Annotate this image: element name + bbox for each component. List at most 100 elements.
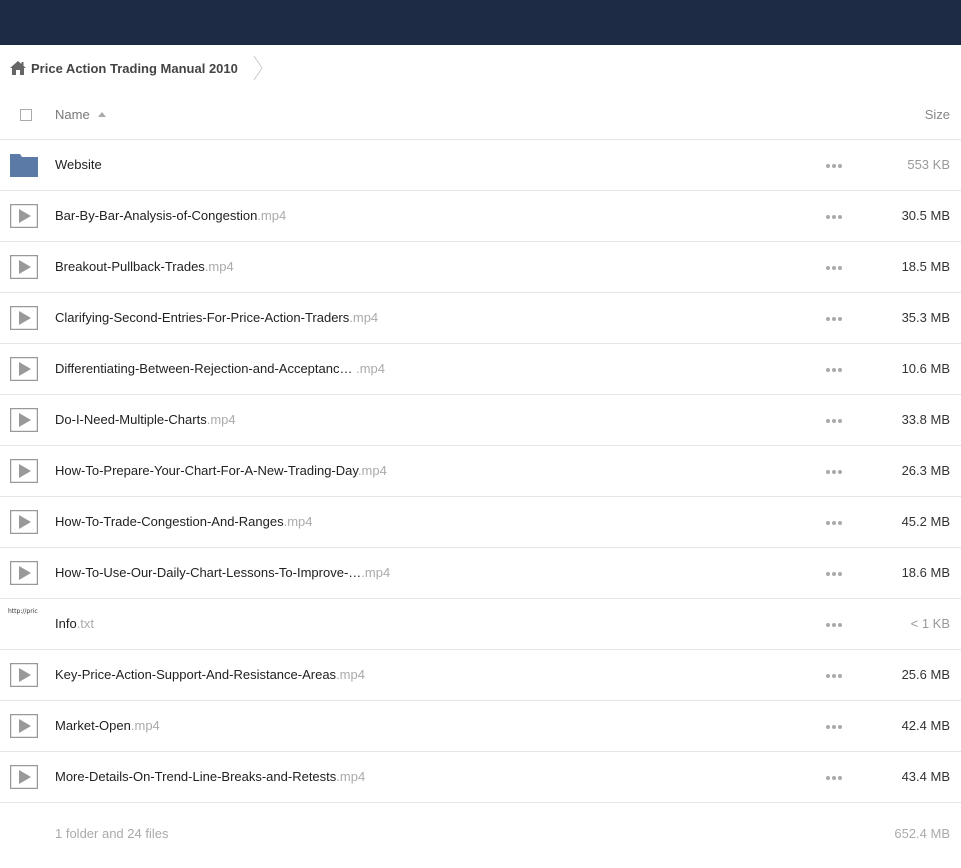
total-size: 652.4 MB	[894, 826, 950, 841]
more-actions-icon[interactable]	[826, 164, 842, 168]
file-size: 18.5 MB	[901, 259, 950, 274]
file-list: Website 553 KB Bar-By-Bar-Analysis-of-Cong…	[0, 140, 961, 803]
home-icon[interactable]	[10, 61, 26, 75]
file-name-base: Key-Price-Action-Support-And-Resistance-…	[55, 667, 337, 682]
video-file-icon	[10, 714, 38, 738]
more-actions-icon[interactable]	[826, 623, 842, 627]
video-file-icon	[10, 510, 38, 534]
file-row[interactable]: Market-Open.mp4 42.4 MB	[0, 701, 961, 752]
video-file-icon	[10, 663, 38, 687]
file-name[interactable]: Clarifying-Second-Entries-For-Price-Acti…	[55, 310, 378, 325]
file-name-base: How-To-Prepare-Your-Chart-For-A-New-Trad…	[55, 463, 358, 478]
video-file-icon	[10, 561, 38, 585]
file-name[interactable]: How-To-Prepare-Your-Chart-For-A-New-Trad…	[55, 463, 387, 478]
more-actions-icon[interactable]	[826, 266, 842, 270]
file-size: 553 KB	[907, 157, 950, 172]
file-list-header: Name Size	[0, 90, 961, 140]
more-actions-icon[interactable]	[826, 215, 842, 219]
file-name[interactable]: More-Details-On-Trend-Line-Breaks-and-Re…	[55, 769, 365, 784]
file-extension: .mp4	[204, 259, 234, 274]
file-name-base: Bar-By-Bar-Analysis-of-Congestion	[55, 208, 258, 223]
file-name[interactable]: Info.txt	[55, 616, 94, 631]
file-name-base: Market-Open	[55, 718, 131, 733]
file-extension: .mp4	[357, 463, 387, 478]
file-size: < 1 KB	[910, 616, 950, 631]
file-list-summary: 1 folder and 24 files 652.4 MB	[0, 820, 961, 846]
video-file-icon	[10, 204, 38, 228]
file-name[interactable]: Bar-By-Bar-Analysis-of-Congestion.mp4	[55, 208, 286, 223]
file-row[interactable]: Do-I-Need-Multiple-Charts.mp4 33.8 MB	[0, 395, 961, 446]
file-name-base: How-To-Use-Our-Daily-Chart-Lessons-To-Im…	[55, 565, 362, 580]
name-column-label: Name	[55, 107, 90, 122]
file-row[interactable]: Website 553 KB	[0, 140, 961, 191]
more-actions-icon[interactable]	[826, 317, 842, 321]
file-extension: .mp4	[283, 514, 313, 529]
file-size: 42.4 MB	[901, 718, 950, 733]
name-column-header[interactable]: Name	[55, 107, 106, 122]
more-actions-icon[interactable]	[826, 419, 842, 423]
file-extension: .txt	[76, 616, 95, 631]
file-size: 10.6 MB	[901, 361, 950, 376]
file-row[interactable]: More-Details-On-Trend-Line-Breaks-and-Re…	[0, 752, 961, 803]
sort-ascending-icon	[97, 112, 106, 117]
file-name-base: Do-I-Need-Multiple-Charts	[55, 412, 207, 427]
select-all-checkbox[interactable]	[20, 109, 32, 121]
text-file-thumbnail: http://pric	[8, 608, 38, 615]
file-extension: .mp4	[130, 718, 160, 733]
file-extension: .mp4	[356, 361, 385, 376]
file-size: 45.2 MB	[901, 514, 950, 529]
file-extension: .mp4	[206, 412, 236, 427]
file-row[interactable]: http://pric Info.txt < 1 KB	[0, 599, 961, 650]
breadcrumb: Price Action Trading Manual 2010	[10, 55, 264, 81]
file-name[interactable]: Website	[55, 157, 102, 172]
more-actions-icon[interactable]	[826, 725, 842, 729]
file-row[interactable]: Bar-By-Bar-Analysis-of-Congestion.mp4 30.…	[0, 191, 961, 242]
file-name[interactable]: Breakout-Pullback-Trades.mp4	[55, 259, 234, 274]
video-file-icon	[10, 459, 38, 483]
breadcrumb-separator-icon	[253, 55, 263, 81]
more-actions-icon[interactable]	[826, 470, 842, 474]
file-name[interactable]: Do-I-Need-Multiple-Charts.mp4	[55, 412, 236, 427]
file-size: 25.6 MB	[901, 667, 950, 682]
file-row[interactable]: Differentiating-Between-Rejection-and-Ac…	[0, 344, 961, 395]
file-name[interactable]: Market-Open.mp4	[55, 718, 160, 733]
video-file-icon	[10, 255, 38, 279]
file-extension: .mp4	[336, 769, 366, 784]
file-row[interactable]: Key-Price-Action-Support-And-Resistance-…	[0, 650, 961, 701]
file-name[interactable]: How-To-Trade-Congestion-And-Ranges.mp4	[55, 514, 312, 529]
file-name-base: Differentiating-Between-Rejection-and-Ac…	[55, 361, 357, 376]
file-name-base: Breakout-Pullback-Trades	[55, 259, 205, 274]
file-size: 26.3 MB	[901, 463, 950, 478]
more-actions-icon[interactable]	[826, 776, 842, 780]
more-actions-icon[interactable]	[826, 674, 842, 678]
file-name[interactable]: Key-Price-Action-Support-And-Resistance-…	[55, 667, 365, 682]
file-row[interactable]: Clarifying-Second-Entries-For-Price-Acti…	[0, 293, 961, 344]
file-size: 43.4 MB	[901, 769, 950, 784]
breadcrumb-folder[interactable]: Price Action Trading Manual 2010	[31, 61, 238, 76]
more-actions-icon[interactable]	[826, 521, 842, 525]
file-row[interactable]: Breakout-Pullback-Trades.mp4 18.5 MB	[0, 242, 961, 293]
file-name[interactable]: How-To-Use-Our-Daily-Chart-Lessons-To-Im…	[55, 565, 390, 580]
file-row[interactable]: How-To-Trade-Congestion-And-Ranges.mp4 45…	[0, 497, 961, 548]
file-size: 30.5 MB	[901, 208, 950, 223]
file-extension: .mp4	[349, 310, 379, 325]
file-name-base: Info	[55, 616, 77, 631]
file-name-base: How-To-Trade-Congestion-And-Ranges	[55, 514, 284, 529]
file-row[interactable]: How-To-Prepare-Your-Chart-For-A-New-Trad…	[0, 446, 961, 497]
video-file-icon	[10, 408, 38, 432]
file-name[interactable]: Differentiating-Between-Rejection-and-Ac…	[55, 361, 385, 376]
video-file-icon	[10, 357, 38, 381]
video-file-icon	[10, 306, 38, 330]
top-navigation-bar	[0, 0, 961, 45]
file-size: 18.6 MB	[901, 565, 950, 580]
file-name-base: Website	[55, 157, 102, 172]
file-row[interactable]: How-To-Use-Our-Daily-Chart-Lessons-To-Im…	[0, 548, 961, 599]
file-name-base: More-Details-On-Trend-Line-Breaks-and-Re…	[55, 769, 337, 784]
video-file-icon	[10, 765, 38, 789]
more-actions-icon[interactable]	[826, 368, 842, 372]
size-column-header[interactable]: Size	[925, 107, 950, 122]
more-actions-icon[interactable]	[826, 572, 842, 576]
file-extension: .mp4	[361, 565, 391, 580]
folder-icon	[10, 154, 38, 177]
file-size: 33.8 MB	[901, 412, 950, 427]
